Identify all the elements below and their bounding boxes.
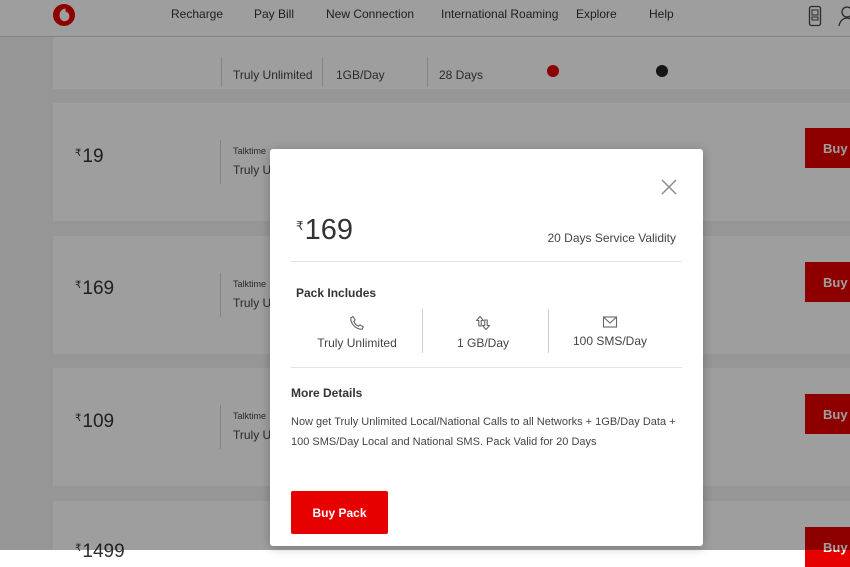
benefit-calls-label: Truly Unlimited [317, 336, 397, 350]
divider [291, 261, 682, 262]
divider [291, 367, 682, 368]
pack-price: ₹169 [296, 216, 353, 245]
more-details-title: More Details [291, 386, 363, 400]
close-icon [661, 179, 677, 195]
pack-includes-title: Pack Includes [296, 286, 377, 300]
phone-icon [350, 315, 364, 330]
pack-details-modal: ₹169 20 Days Service Validity Pack Inclu… [270, 149, 703, 546]
envelope-icon [602, 316, 618, 328]
benefit-calls: Truly Unlimited [294, 309, 420, 359]
buy-pack-button[interactable]: Buy Pack [291, 491, 388, 534]
benefit-data-label: 1 GB/Day [456, 336, 510, 350]
close-button[interactable] [659, 177, 679, 197]
currency-symbol: ₹ [296, 219, 304, 233]
benefit-sms: 100 SMS/Day [547, 309, 673, 359]
benefit-data: 1 GB/Day [420, 309, 546, 359]
benefit-sms-label: 100 SMS/Day [572, 334, 648, 348]
service-validity: 20 Days Service Validity [547, 231, 677, 245]
data-transfer-icon [475, 315, 491, 331]
more-details-text: Now get Truly Unlimited Local/National C… [291, 416, 676, 448]
pack-price-value: 169 [304, 214, 354, 246]
